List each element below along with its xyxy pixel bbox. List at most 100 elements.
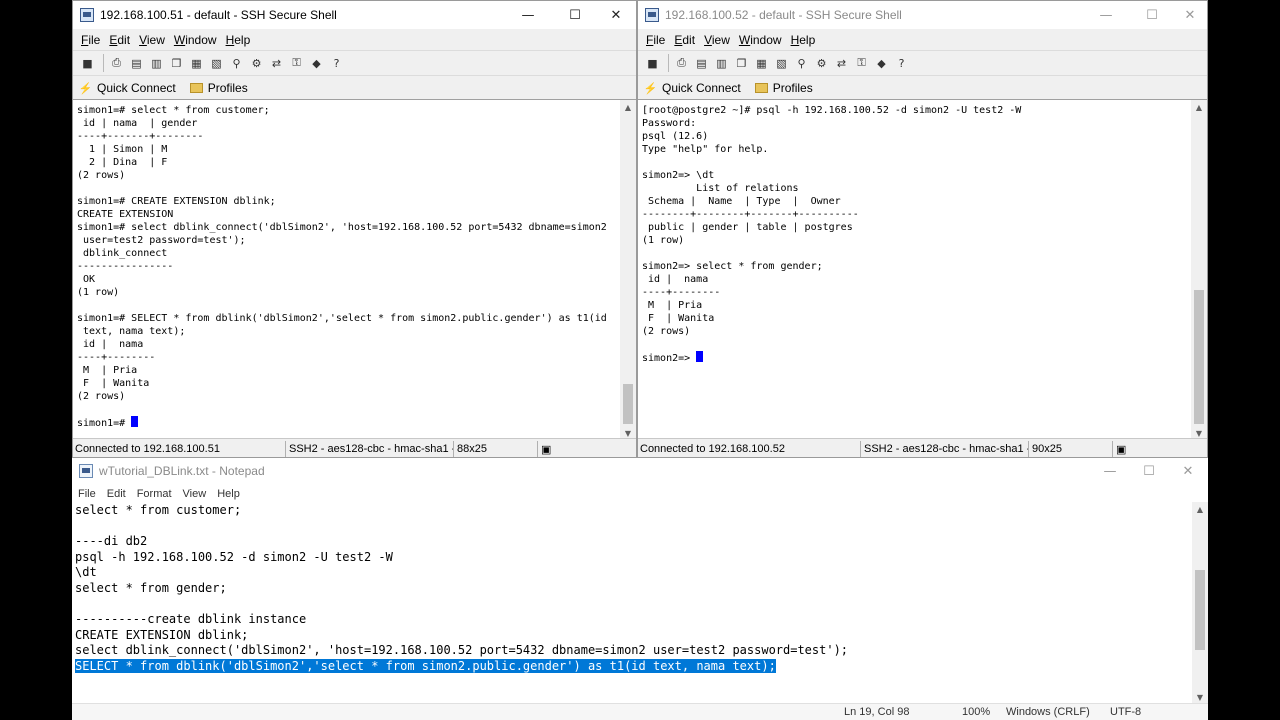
settings-icon[interactable]: ⚙ xyxy=(248,55,265,72)
line-ending: Windows (CRLF) xyxy=(1006,706,1090,718)
scroll-thumb[interactable] xyxy=(1195,570,1205,650)
status-indicator-icon: ▣ xyxy=(537,441,567,457)
print-icon[interactable]: ⎙ xyxy=(673,55,690,72)
notepad-window[interactable]: wTutorial_DBLink.txt - Notepad — ☐ ✕ Fil… xyxy=(72,458,1208,720)
find-icon[interactable]: ⚲ xyxy=(228,55,245,72)
scroll-down-icon[interactable]: ▼ xyxy=(1192,690,1208,704)
editor-lines: select * from customer; ----di db2 psql … xyxy=(75,503,849,658)
menu-file[interactable]: File xyxy=(78,488,96,500)
help-book-icon[interactable]: ◆ xyxy=(308,55,325,72)
close-button[interactable]: ✕ xyxy=(596,1,636,29)
status-bar: Connected to 192.168.100.52 SSH2 - aes12… xyxy=(638,438,1207,457)
terminal-area[interactable]: [root@postgre2 ~]# psql -h 192.168.100.5… xyxy=(638,99,1207,440)
transfer-icon[interactable]: ⇄ xyxy=(833,55,850,72)
menu-edit[interactable]: Edit xyxy=(674,33,695,47)
disconnect-icon[interactable]: ▥ xyxy=(713,55,730,72)
settings-icon[interactable]: ⚙ xyxy=(813,55,830,72)
ssh-window-right[interactable]: 192.168.100.52 - default - SSH Secure Sh… xyxy=(637,0,1208,458)
find-icon[interactable]: ⚲ xyxy=(793,55,810,72)
title-bar[interactable]: 192.168.100.51 - default - SSH Secure Sh… xyxy=(73,1,636,29)
menu-help[interactable]: Help xyxy=(226,33,251,47)
quick-connect-bar: ⚡ Quick Connect Profiles xyxy=(638,75,1207,100)
terminal-cursor xyxy=(131,416,139,427)
editor-scrollbar[interactable]: ▲ ▼ xyxy=(1192,502,1208,704)
profiles-button[interactable]: Profiles xyxy=(754,81,813,95)
save-icon[interactable]: ■ xyxy=(79,55,96,72)
scroll-thumb[interactable] xyxy=(623,384,633,424)
quick-connect-label: Quick Connect xyxy=(662,81,741,95)
close-button[interactable]: ✕ xyxy=(1170,1,1207,29)
quick-connect-label: Quick Connect xyxy=(97,81,176,95)
quick-connect-bar: ⚡ Quick Connect Profiles xyxy=(73,75,636,100)
scroll-up-icon[interactable]: ▲ xyxy=(620,100,636,114)
menu-help[interactable]: Help xyxy=(791,33,816,47)
toolbar-separator xyxy=(668,54,669,72)
menu-bar: File Edit View Window Help xyxy=(73,29,636,50)
maximize-button[interactable]: ☐ xyxy=(1132,1,1172,29)
scroll-up-icon[interactable]: ▲ xyxy=(1191,100,1207,114)
menu-edit[interactable]: Edit xyxy=(107,488,126,500)
disconnect-icon[interactable]: ▥ xyxy=(148,55,165,72)
context-help-icon[interactable]: ? xyxy=(328,55,345,72)
connect-icon: ⚡ xyxy=(78,82,93,95)
status-indicator-icon: ▣ xyxy=(1112,441,1142,457)
status-bar: Ln 19, Col 98 100% Windows (CRLF) UTF-8 xyxy=(72,703,1208,720)
menu-view[interactable]: View xyxy=(139,33,165,47)
terminal-scrollbar[interactable]: ▲ ▼ xyxy=(1191,100,1207,440)
close-button[interactable]: ✕ xyxy=(1168,458,1208,484)
connection-status: Connected to 192.168.100.51 xyxy=(75,443,220,455)
menu-file[interactable]: File xyxy=(81,33,100,47)
paste-special-icon[interactable]: ▧ xyxy=(208,55,225,72)
terminal-output: simon1=# select * from customer; id | na… xyxy=(77,105,607,429)
terminal-size: 88x25 xyxy=(453,441,517,457)
quick-connect-button[interactable]: ⚡ Quick Connect xyxy=(79,81,176,95)
print-icon[interactable]: ⎙ xyxy=(108,55,125,72)
transfer-icon[interactable]: ⇄ xyxy=(268,55,285,72)
paste-special-icon[interactable]: ▧ xyxy=(773,55,790,72)
desktop-right xyxy=(1208,0,1280,720)
title-bar[interactable]: 192.168.100.52 - default - SSH Secure Sh… xyxy=(638,1,1207,29)
ssh-window-left[interactable]: 192.168.100.51 - default - SSH Secure Sh… xyxy=(72,0,637,458)
scroll-up-icon[interactable]: ▲ xyxy=(1192,502,1208,516)
menu-format[interactable]: Format xyxy=(137,488,172,500)
context-help-icon[interactable]: ? xyxy=(893,55,910,72)
copy-icon[interactable]: ❐ xyxy=(733,55,750,72)
keygen-icon[interactable]: ⚿ xyxy=(853,55,870,72)
copy-icon[interactable]: ❐ xyxy=(168,55,185,72)
cipher-status: SSH2 - aes128-cbc - hmac-sha1 - nc xyxy=(285,441,453,457)
print-preview-icon[interactable]: ▤ xyxy=(693,55,710,72)
menu-window[interactable]: Window xyxy=(174,33,217,47)
menu-view[interactable]: View xyxy=(704,33,730,47)
terminal-area[interactable]: simon1=# select * from customer; id | na… xyxy=(73,99,636,440)
maximize-button[interactable]: ☐ xyxy=(555,1,595,29)
menu-file[interactable]: File xyxy=(646,33,665,47)
minimize-button[interactable]: — xyxy=(508,1,548,29)
paste-icon[interactable]: ▦ xyxy=(753,55,770,72)
folder-icon xyxy=(189,83,203,93)
help-book-icon[interactable]: ◆ xyxy=(873,55,890,72)
menu-edit[interactable]: Edit xyxy=(109,33,130,47)
text-editor[interactable]: select * from customer; ----di db2 psql … xyxy=(72,502,1192,690)
paste-icon[interactable]: ▦ xyxy=(188,55,205,72)
minimize-button[interactable]: — xyxy=(1086,1,1126,29)
ssh-app-icon xyxy=(80,8,94,22)
menu-view[interactable]: View xyxy=(183,488,207,500)
keygen-icon[interactable]: ⚿ xyxy=(288,55,305,72)
maximize-button[interactable]: ☐ xyxy=(1129,458,1169,484)
folder-icon xyxy=(754,83,768,93)
title-bar[interactable]: wTutorial_DBLink.txt - Notepad — ☐ ✕ xyxy=(72,458,1208,484)
editor-content: select * from customer; ----di db2 psql … xyxy=(72,502,1192,675)
notepad-app-icon xyxy=(79,464,93,478)
zoom-level: 100% xyxy=(962,706,991,718)
scroll-thumb[interactable] xyxy=(1194,290,1204,424)
menu-bar: File Edit View Window Help xyxy=(638,29,1207,50)
profiles-button[interactable]: Profiles xyxy=(189,81,248,95)
menu-window[interactable]: Window xyxy=(739,33,782,47)
window-title: 192.168.100.51 - default - SSH Secure Sh… xyxy=(100,8,337,22)
terminal-scrollbar[interactable]: ▲ ▼ xyxy=(620,100,636,440)
quick-connect-button[interactable]: ⚡ Quick Connect xyxy=(644,81,741,95)
save-icon[interactable]: ■ xyxy=(644,55,661,72)
print-preview-icon[interactable]: ▤ xyxy=(128,55,145,72)
menu-help[interactable]: Help xyxy=(217,488,240,500)
minimize-button[interactable]: — xyxy=(1090,458,1130,484)
